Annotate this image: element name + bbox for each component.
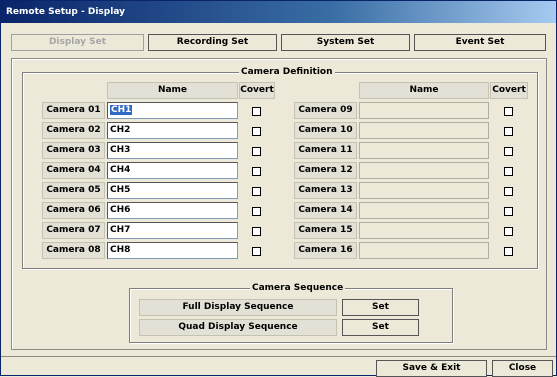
camera-name-field[interactable]: CH4 bbox=[107, 162, 238, 179]
covert-checkbox[interactable] bbox=[504, 227, 513, 236]
camera-label: Camera 07 bbox=[42, 222, 105, 239]
covert-checkbox[interactable] bbox=[504, 147, 513, 156]
covert-checkbox[interactable] bbox=[252, 207, 261, 216]
covert-checkbox[interactable] bbox=[252, 227, 261, 236]
camera-label: Camera 09 bbox=[294, 102, 357, 119]
camera-name-field[interactable] bbox=[359, 182, 489, 199]
camera-label: Camera 14 bbox=[294, 202, 357, 219]
camera-definition-title: Camera Definition bbox=[239, 66, 335, 78]
tab-recording-set[interactable]: Recording Set bbox=[148, 34, 277, 51]
name-header-right: Name bbox=[359, 82, 489, 99]
camera-sequence-title: Camera Sequence bbox=[250, 282, 346, 294]
camera-name-field[interactable]: CH5 bbox=[107, 182, 238, 199]
camera-name-field[interactable]: CH3 bbox=[107, 142, 238, 159]
camera-label: Camera 16 bbox=[294, 242, 357, 259]
quad-display-sequence-set-button[interactable]: Set bbox=[342, 319, 419, 336]
full-display-sequence-set-button[interactable]: Set bbox=[342, 299, 419, 316]
camera-label: Camera 11 bbox=[294, 142, 357, 159]
tab-bar: Display Set Recording Set System Set Eve… bbox=[11, 34, 546, 51]
quad-display-sequence-label: Quad Display Sequence bbox=[139, 319, 337, 336]
camera-label: Camera 01 bbox=[42, 102, 105, 119]
covert-checkbox[interactable] bbox=[252, 147, 261, 156]
camera-label: Camera 15 bbox=[294, 222, 357, 239]
covert-checkbox[interactable] bbox=[252, 187, 261, 196]
camera-name-value: CH5 bbox=[110, 185, 131, 195]
covert-checkbox[interactable] bbox=[252, 107, 261, 116]
camera-name-value: CH2 bbox=[110, 125, 131, 135]
camera-name-value: CH1 bbox=[110, 105, 133, 115]
covert-checkbox[interactable] bbox=[252, 127, 261, 136]
full-display-sequence-label: Full Display Sequence bbox=[139, 299, 337, 316]
tab-system-set[interactable]: System Set bbox=[281, 34, 410, 51]
covert-checkbox[interactable] bbox=[504, 247, 513, 256]
camera-name-field[interactable]: CH6 bbox=[107, 202, 238, 219]
camera-name-field[interactable] bbox=[359, 162, 489, 179]
camera-name-value: CH7 bbox=[110, 225, 131, 235]
tab-event-set[interactable]: Event Set bbox=[414, 34, 546, 51]
camera-name-value: CH6 bbox=[110, 205, 131, 215]
close-button[interactable]: Close bbox=[492, 360, 553, 377]
covert-checkbox[interactable] bbox=[504, 187, 513, 196]
name-header-left: Name bbox=[107, 82, 238, 99]
camera-name-value: CH3 bbox=[110, 145, 131, 155]
camera-name-value: CH8 bbox=[110, 245, 131, 255]
covert-header-left: Covert bbox=[239, 82, 275, 99]
covert-checkbox[interactable] bbox=[504, 127, 513, 136]
camera-label: Camera 05 bbox=[42, 182, 105, 199]
camera-name-field[interactable] bbox=[359, 202, 489, 219]
camera-label: Camera 02 bbox=[42, 122, 105, 139]
footer-bar: Save & Exit Close bbox=[1, 356, 556, 377]
covert-checkbox[interactable] bbox=[504, 167, 513, 176]
covert-header-right: Covert bbox=[490, 82, 528, 99]
covert-checkbox[interactable] bbox=[504, 207, 513, 216]
camera-name-field[interactable]: CH7 bbox=[107, 222, 238, 239]
camera-label: Camera 08 bbox=[42, 242, 105, 259]
camera-name-field[interactable]: CH8 bbox=[107, 242, 238, 259]
covert-checkbox[interactable] bbox=[252, 167, 261, 176]
camera-name-field[interactable] bbox=[359, 142, 489, 159]
camera-name-field[interactable] bbox=[359, 222, 489, 239]
camera-name-value: CH4 bbox=[110, 165, 131, 175]
camera-label: Camera 10 bbox=[294, 122, 357, 139]
camera-name-field[interactable]: CH1 bbox=[107, 102, 238, 119]
save-exit-button[interactable]: Save & Exit bbox=[376, 360, 487, 377]
camera-name-field[interactable] bbox=[359, 102, 489, 119]
tab-display-set[interactable]: Display Set bbox=[11, 34, 144, 51]
camera-label: Camera 12 bbox=[294, 162, 357, 179]
camera-name-field[interactable] bbox=[359, 242, 489, 259]
covert-checkbox[interactable] bbox=[252, 247, 261, 256]
camera-name-field[interactable] bbox=[359, 122, 489, 139]
remote-setup-window: Remote Setup - Display Display Set Recor… bbox=[0, 0, 557, 377]
camera-sequence-group: Camera Sequence Full Display Sequence Se… bbox=[129, 282, 453, 343]
window-title: Remote Setup - Display bbox=[1, 1, 556, 23]
camera-label: Camera 04 bbox=[42, 162, 105, 179]
camera-label: Camera 03 bbox=[42, 142, 105, 159]
covert-checkbox[interactable] bbox=[504, 107, 513, 116]
camera-label: Camera 13 bbox=[294, 182, 357, 199]
camera-label: Camera 06 bbox=[42, 202, 105, 219]
camera-name-field[interactable]: CH2 bbox=[107, 122, 238, 139]
display-panel: Camera Definition Name Covert Name Cover… bbox=[11, 58, 547, 350]
camera-definition-group: Camera Definition Name Covert Name Cover… bbox=[22, 66, 538, 269]
